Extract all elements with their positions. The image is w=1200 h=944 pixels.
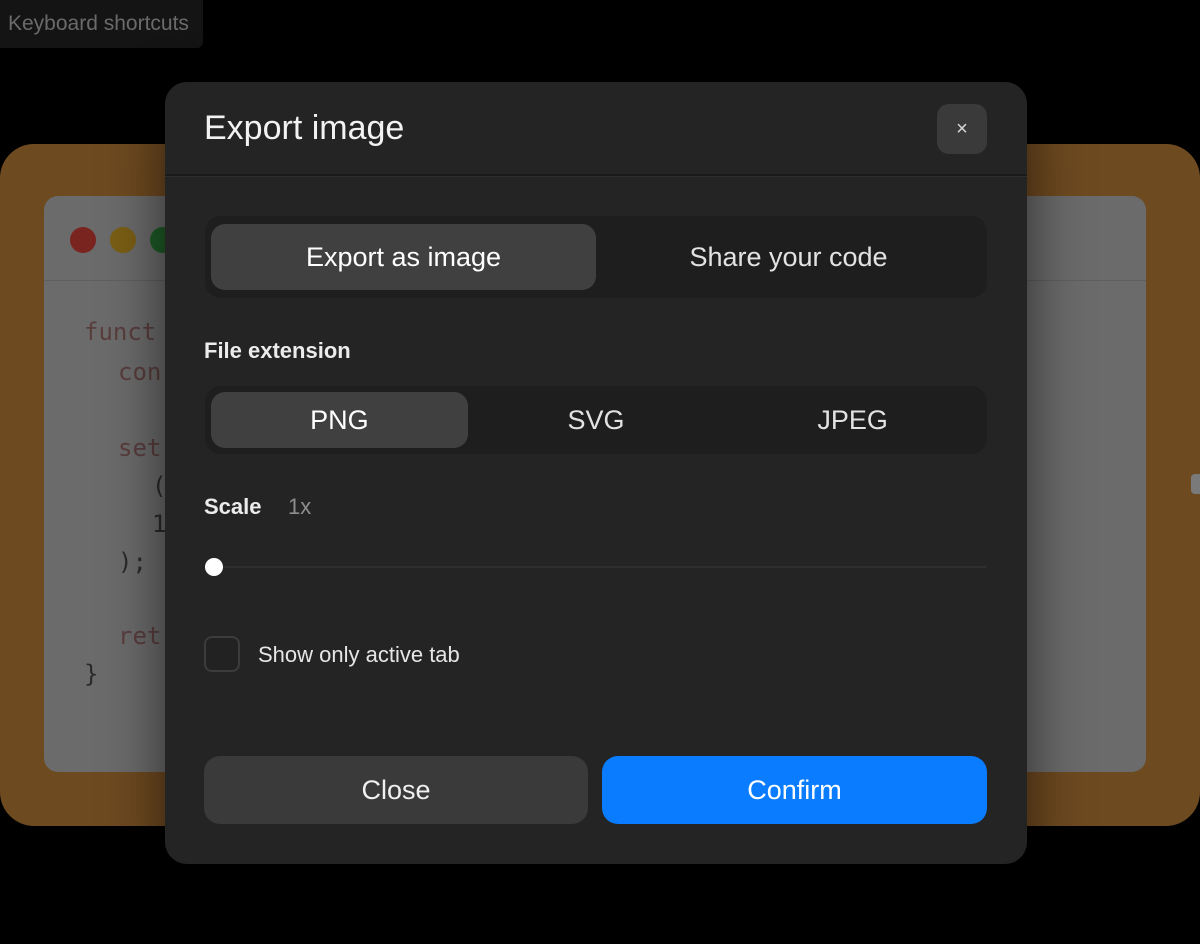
show-only-active-tab-checkbox[interactable] xyxy=(204,636,240,672)
export-mode-tabs: Export as image Share your code xyxy=(205,216,987,298)
file-extension-selector: PNG SVG JPEG xyxy=(205,386,987,454)
option-jpeg[interactable]: JPEG xyxy=(724,392,981,448)
tab-share-your-code[interactable]: Share your code xyxy=(596,224,981,290)
close-button-label: Close xyxy=(361,774,431,805)
close-button[interactable]: Close xyxy=(204,756,588,824)
option-png[interactable]: PNG xyxy=(211,392,468,448)
code-line: set xyxy=(118,434,162,462)
confirm-button-label: Confirm xyxy=(747,774,842,805)
code-line: } xyxy=(84,660,99,688)
close-icon-button[interactable]: × xyxy=(937,104,987,154)
scale-label: Scale xyxy=(204,494,262,519)
close-icon: × xyxy=(956,117,968,140)
window-minimize-dot-icon xyxy=(110,227,136,253)
dialog-title: Export image xyxy=(204,109,405,147)
header-divider xyxy=(165,174,1027,177)
code-line: con xyxy=(118,358,162,386)
background-edge-handle xyxy=(1191,474,1200,494)
tab-label: Share your code xyxy=(689,241,888,272)
scale-slider[interactable] xyxy=(205,552,987,582)
code-line: ); xyxy=(118,548,147,576)
option-label: JPEG xyxy=(817,404,888,435)
screen: Keyboard shortcuts funct con set ( 1 ); … xyxy=(0,0,1200,944)
export-image-dialog: Export image × Export as image Share you… xyxy=(165,82,1027,864)
slider-thumb[interactable] xyxy=(205,558,223,576)
tab-export-as-image[interactable]: Export as image xyxy=(211,224,596,290)
confirm-button[interactable]: Confirm xyxy=(602,756,987,824)
option-label: PNG xyxy=(310,404,369,435)
option-svg[interactable]: SVG xyxy=(468,392,725,448)
code-line: funct xyxy=(84,318,157,346)
slider-track xyxy=(205,566,987,568)
file-extension-label: File extension xyxy=(204,338,351,363)
window-close-dot-icon xyxy=(70,227,96,253)
tab-label: Export as image xyxy=(305,241,502,272)
show-only-active-tab-label[interactable]: Show only active tab xyxy=(258,642,460,668)
keyboard-shortcuts-tooltip: Keyboard shortcuts xyxy=(0,0,203,48)
code-line: ret xyxy=(118,622,162,650)
scale-value: 1x xyxy=(288,494,312,519)
option-label: SVG xyxy=(567,404,625,435)
